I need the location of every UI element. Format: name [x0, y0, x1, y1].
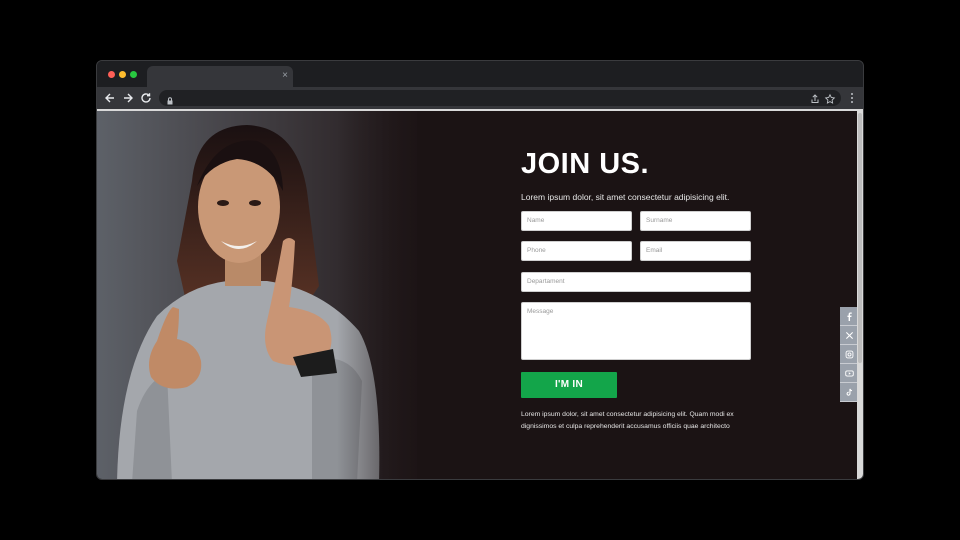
- maximize-window-button[interactable]: [130, 71, 137, 78]
- surname-input[interactable]: Surname: [640, 211, 751, 231]
- share-icon[interactable]: [809, 92, 821, 104]
- page-subtitle: Lorem ipsum dolor, sit amet consectetur …: [521, 192, 730, 202]
- browser-menu-icon[interactable]: [847, 91, 857, 105]
- minimize-window-button[interactable]: [119, 71, 126, 78]
- phone-input[interactable]: Phone: [521, 241, 632, 261]
- browser-toolbar: [97, 87, 863, 109]
- lock-icon: [165, 93, 175, 105]
- scrollbar-thumb[interactable]: [858, 113, 862, 363]
- tab-close-icon[interactable]: ×: [282, 69, 288, 83]
- tiktok-icon: [846, 388, 853, 396]
- submit-button[interactable]: I'M IN: [521, 372, 617, 398]
- title-bar: ×: [97, 61, 863, 87]
- page-title: JOIN US.: [521, 148, 650, 180]
- department-input[interactable]: Departament: [521, 272, 751, 292]
- address-bar[interactable]: [159, 90, 841, 106]
- page-viewport: JOIN US. Lorem ipsum dolor, sit amet con…: [97, 109, 859, 479]
- name-input[interactable]: Name: [521, 211, 632, 231]
- youtube-icon: [845, 370, 854, 376]
- forward-arrow-icon[interactable]: [121, 91, 135, 105]
- reload-icon[interactable]: [139, 91, 153, 105]
- instagram-icon: [845, 350, 854, 358]
- browser-tab[interactable]: ×: [147, 66, 293, 87]
- browser-window: × JOIN US. Lorem ipsum dolor, sit amet c…: [96, 60, 864, 480]
- join-header: JOIN US. Lorem ipsum dolor, sit amet con…: [521, 147, 761, 203]
- message-textarea[interactable]: Message: [521, 302, 751, 360]
- bookmark-star-icon[interactable]: [824, 92, 836, 104]
- back-arrow-icon[interactable]: [103, 91, 117, 105]
- email-input[interactable]: Email: [640, 241, 751, 261]
- facebook-icon: [847, 311, 852, 321]
- hero-fade-overlay: [337, 111, 437, 479]
- close-window-button[interactable]: [108, 71, 115, 78]
- x-icon: [845, 331, 854, 339]
- footnote-text: Lorem ipsum dolor, sit amet consectetur …: [521, 411, 734, 430]
